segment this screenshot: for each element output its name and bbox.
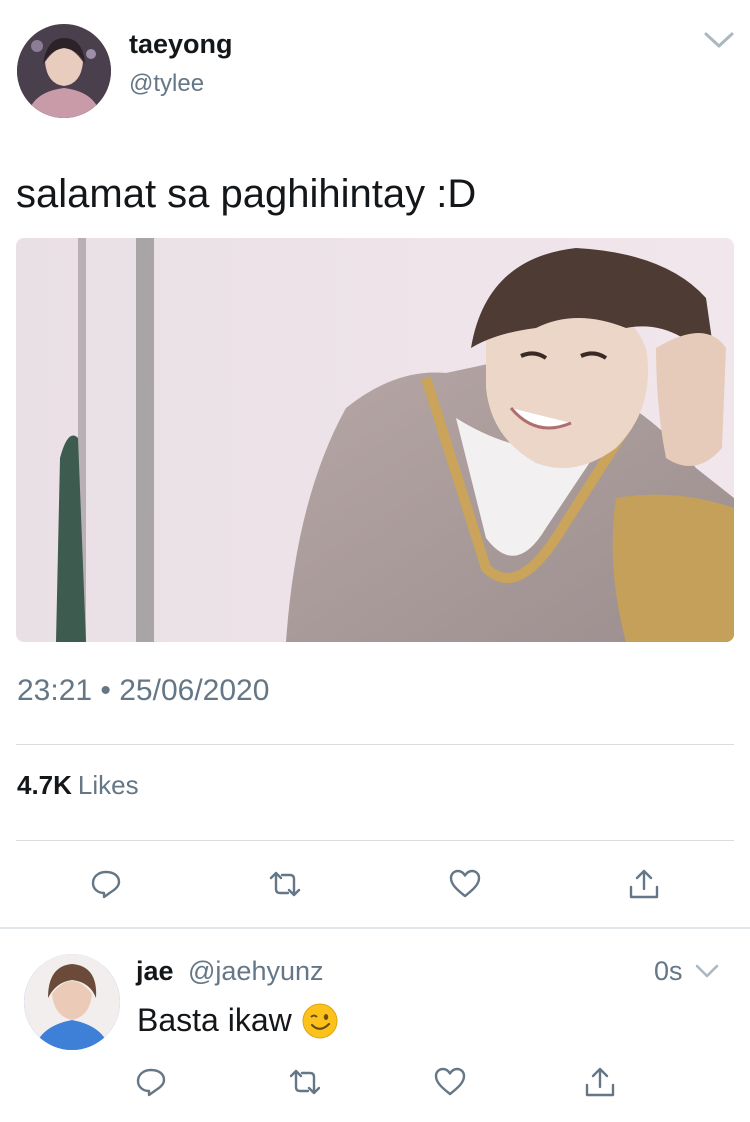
- reply-text-content: Basta ikaw: [137, 1002, 292, 1038]
- likes-stat[interactable]: 4.7K Likes: [17, 770, 139, 801]
- chevron-down-icon[interactable]: [703, 29, 735, 51]
- tweet-photo[interactable]: [16, 238, 734, 642]
- reply-time: 0s: [654, 956, 683, 986]
- avatar[interactable]: [24, 954, 120, 1050]
- retweet-icon[interactable]: [287, 1064, 323, 1100]
- likes-count: 4.7K: [17, 770, 72, 800]
- reply-handle[interactable]: @jaehyunz: [188, 956, 324, 987]
- likes-label: Likes: [77, 770, 139, 800]
- share-icon[interactable]: [626, 866, 662, 902]
- heart-icon[interactable]: [432, 1064, 468, 1100]
- divider: [16, 744, 734, 745]
- heart-icon[interactable]: [447, 866, 483, 902]
- divider: [16, 840, 734, 841]
- handle[interactable]: @tylee: [129, 70, 204, 98]
- divider: [0, 927, 750, 929]
- reply-tweet[interactable]: jae @jaehyunz 0s Basta ikaw: [0, 930, 750, 1122]
- reply-text: Basta ikaw: [137, 1002, 338, 1039]
- share-icon[interactable]: [582, 1064, 618, 1100]
- winking-face-emoji-icon: [302, 1003, 338, 1039]
- reply-icon[interactable]: [88, 866, 124, 902]
- reply-icon[interactable]: [133, 1064, 169, 1100]
- main-tweet: taeyong @tylee salamat sa paghihintay :D: [0, 0, 750, 928]
- avatar[interactable]: [17, 24, 111, 118]
- timestamp[interactable]: 23:21 • 25/06/2020: [17, 674, 269, 708]
- display-name[interactable]: taeyong: [129, 29, 233, 60]
- retweet-icon[interactable]: [267, 866, 303, 902]
- tweet-text: salamat sa paghihintay :D: [16, 172, 477, 216]
- reply-display-name[interactable]: jae: [136, 956, 174, 987]
- chevron-down-icon[interactable]: [694, 962, 720, 980]
